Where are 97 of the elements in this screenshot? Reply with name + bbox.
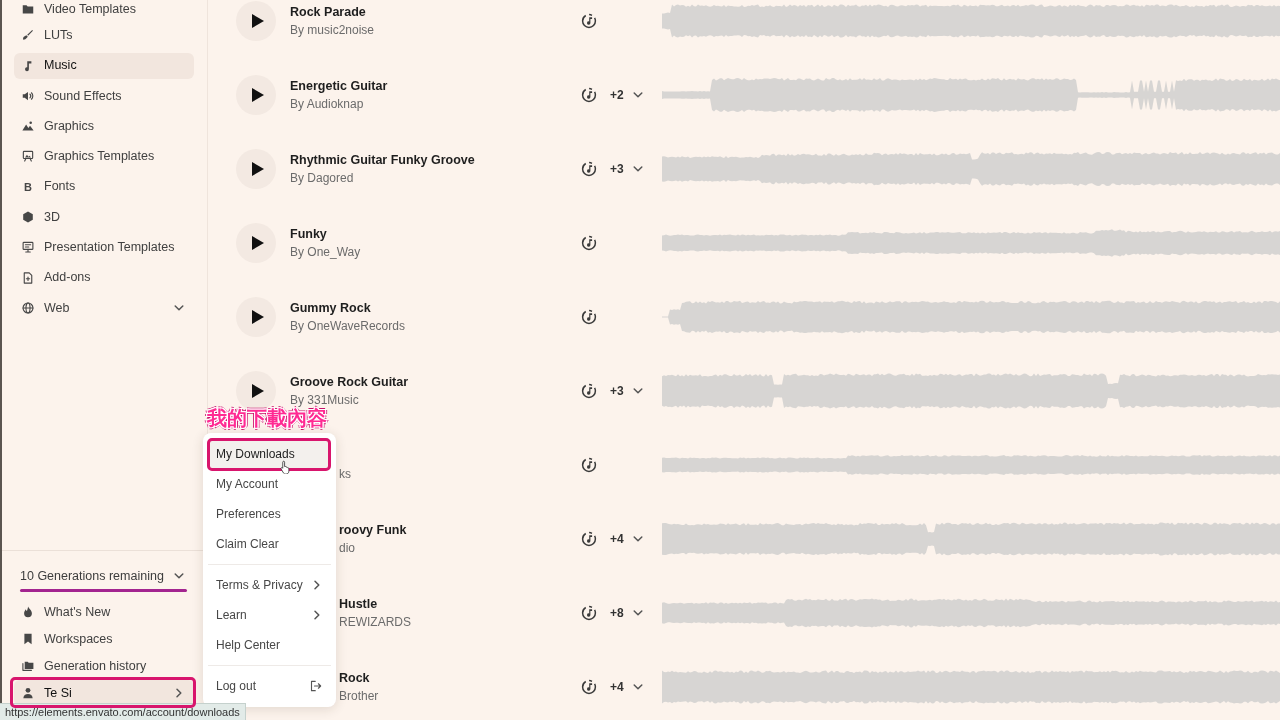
music-note-circle-icon[interactable] <box>581 605 597 621</box>
track-title[interactable]: Groove Rock Guitar <box>290 374 409 390</box>
artist-name: By Audioknap <box>290 96 364 112</box>
brush-icon <box>22 29 34 42</box>
play-button[interactable] <box>236 1 276 41</box>
cube-icon <box>22 211 34 224</box>
document-plus-icon <box>22 271 34 284</box>
mountains-icon <box>22 120 34 133</box>
track-title[interactable]: Rhythmic Guitar Funky Groove <box>290 152 475 168</box>
chevron-right-icon <box>174 688 184 698</box>
chevron-down-icon <box>632 386 643 396</box>
chevron-down-icon <box>632 90 643 100</box>
track-title[interactable]: Rock Parade <box>290 4 366 20</box>
artist-name: REWIZARDS <box>339 614 411 630</box>
music-note-circle-icon[interactable] <box>581 235 597 251</box>
sidebar-item[interactable]: Graphics Templates <box>14 143 194 170</box>
callout-label: 我的下載內容 <box>207 406 327 430</box>
music-note-icon <box>22 59 34 72</box>
track-title[interactable]: Gummy Rock <box>290 300 371 316</box>
music-note-circle-icon[interactable] <box>581 679 597 695</box>
artist-name: By OneWaveRecords <box>290 318 405 334</box>
sidebar-item[interactable]: Add-ons <box>14 264 194 291</box>
menu-item[interactable]: My Account <box>208 468 331 499</box>
chevron-down-icon <box>632 534 643 544</box>
music-note-circle-icon[interactable] <box>581 383 597 399</box>
bookmark-icon <box>22 633 34 645</box>
artist-name: By 331Music <box>290 392 359 407</box>
pointer-cursor-icon <box>280 459 291 474</box>
sidebar-item[interactable]: B Fonts <box>14 173 194 200</box>
chevron-down-icon <box>632 164 643 174</box>
menu-item[interactable]: Learn <box>208 599 331 630</box>
track-title[interactable]: Energetic Guitar <box>290 78 388 94</box>
versions-toggle[interactable]: +2 <box>610 87 643 103</box>
artist-name: ks <box>339 466 351 482</box>
music-note-circle-icon[interactable] <box>581 87 597 103</box>
logout-icon <box>310 679 322 692</box>
chevron-down-icon <box>174 571 184 581</box>
play-icon <box>251 384 264 398</box>
music-note-circle-icon[interactable] <box>581 457 597 473</box>
play-button[interactable] <box>236 297 276 337</box>
music-note-circle-icon[interactable] <box>581 13 597 29</box>
folders-icon <box>22 660 34 672</box>
folder-icon <box>22 3 34 15</box>
artist-name: By music2noise <box>290 22 375 38</box>
play-icon <box>251 88 264 102</box>
artist-name: By Dagored <box>290 170 354 186</box>
play-icon <box>251 236 264 250</box>
track-title[interactable]: Funky <box>290 226 327 242</box>
versions-toggle[interactable]: +3 <box>610 161 643 177</box>
globe-icon <box>22 301 34 314</box>
sidebar-item[interactable]: Video Templates <box>14 0 194 18</box>
presentation-board-icon <box>22 241 34 254</box>
chevron-right-icon <box>312 579 322 590</box>
versions-toggle[interactable]: +3 <box>610 383 643 399</box>
play-icon <box>251 14 264 28</box>
track-title[interactable]: Rock <box>339 670 370 686</box>
sidebar-link[interactable]: Generation history <box>14 653 194 679</box>
play-button[interactable] <box>236 223 276 263</box>
sidebar-item[interactable]: Web <box>14 294 194 321</box>
menu-item[interactable]: Preferences <box>208 498 331 529</box>
speaker-icon <box>22 89 34 102</box>
generations-dropdown[interactable]: 10 Generations remaining <box>14 565 194 587</box>
menu-item[interactable]: Claim Clear <box>208 528 331 559</box>
sidebar-item[interactable]: Graphics <box>14 113 194 140</box>
person-icon <box>22 687 34 699</box>
chevron-right-icon <box>312 609 322 620</box>
sidebar-item[interactable]: Sound Effects <box>14 82 194 109</box>
sidebar-item[interactable]: 3D <box>14 204 194 231</box>
play-icon <box>251 310 264 324</box>
versions-toggle[interactable]: +4 <box>610 531 643 547</box>
chevron-down-icon <box>632 682 643 692</box>
easel-icon <box>22 150 34 163</box>
sidebar-link[interactable]: Workspaces <box>14 626 194 652</box>
track-title[interactable]: roovy Funk <box>339 522 407 538</box>
play-button[interactable] <box>236 149 276 189</box>
artist-name: Brother <box>339 688 379 704</box>
track-title[interactable]: Hustle <box>339 596 378 612</box>
sidebar-item[interactable]: Presentation Templates <box>14 234 194 261</box>
chevron-down-icon <box>632 608 643 618</box>
sidebar-link[interactable]: What's New <box>14 599 194 625</box>
music-note-circle-icon[interactable] <box>581 531 597 547</box>
versions-toggle[interactable]: +8 <box>610 605 643 621</box>
sidebar-item[interactable]: Music <box>14 52 194 79</box>
play-button[interactable] <box>236 75 276 115</box>
versions-toggle[interactable]: +4 <box>610 679 643 695</box>
music-note-circle-icon[interactable] <box>581 161 597 177</box>
menu-item[interactable]: Log out <box>208 670 331 701</box>
letter-icon: B <box>22 180 34 193</box>
artist-name: By One_Way <box>290 244 361 260</box>
play-icon <box>251 162 264 176</box>
artist-name: dio <box>339 540 355 556</box>
chevron-down-icon <box>174 302 184 313</box>
music-note-circle-icon[interactable] <box>581 309 597 325</box>
sidebar-item[interactable]: LUTs <box>14 22 194 49</box>
menu-item[interactable]: Terms & Privacy <box>208 569 331 600</box>
flame-icon <box>22 606 34 618</box>
menu-item[interactable]: Help Center <box>208 629 331 660</box>
